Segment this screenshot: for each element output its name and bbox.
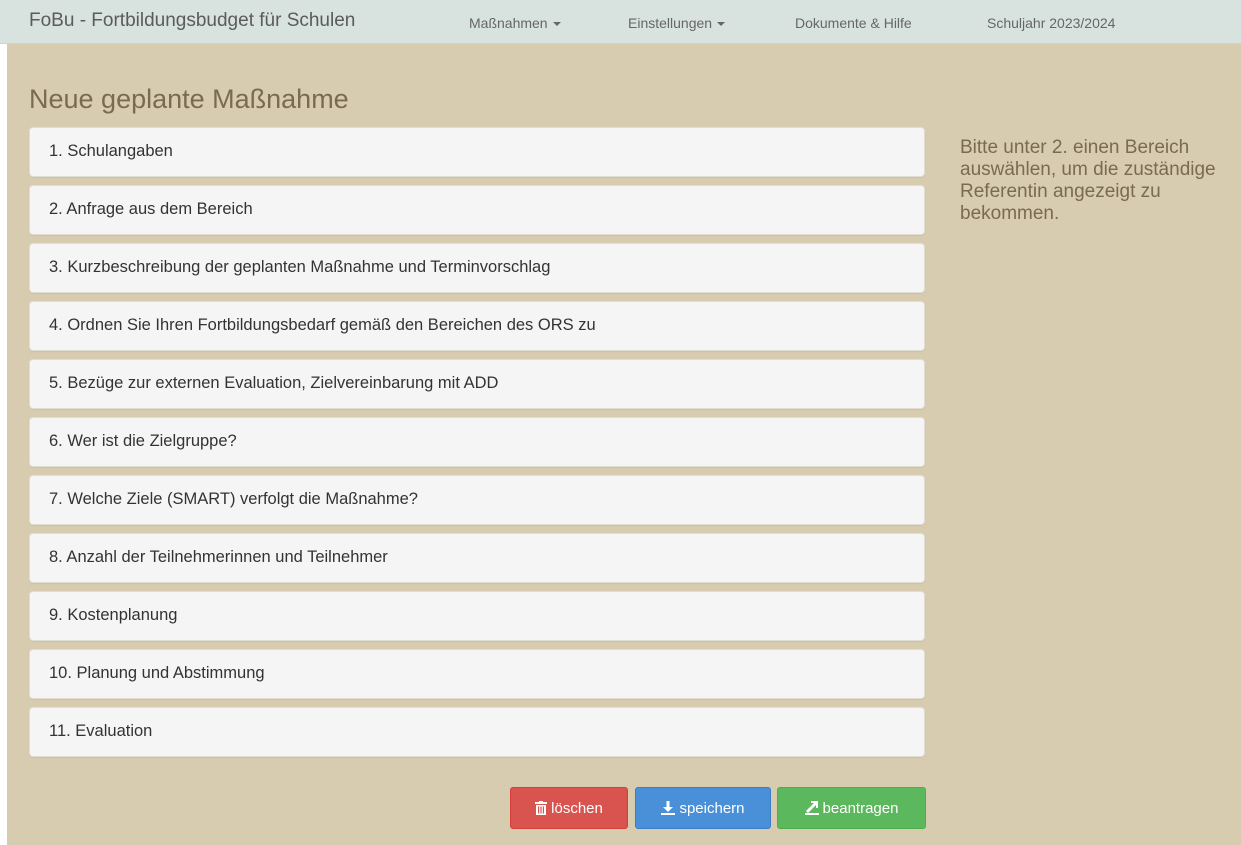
section-title: 6. Wer ist die Zielgruppe? — [49, 432, 237, 450]
save-button-label: speichern — [679, 800, 745, 817]
section-panel-4[interactable]: 4. Ordnen Sie Ihren Fortbildungsbedarf g… — [29, 301, 925, 351]
section-title: 7. Welche Ziele (SMART) verfolgt die Maß… — [49, 490, 418, 508]
caret-down-icon — [717, 22, 726, 27]
section-title: 11. Evaluation — [49, 722, 153, 740]
section-panel-1[interactable]: 1. Schulangaben — [29, 127, 925, 177]
section-title: 9. Kostenplanung — [49, 606, 178, 624]
nav-link-dokumente-hilfe[interactable]: Dokumente & Hilfe — [795, 15, 912, 31]
nav-link-schuljahr[interactable]: Schuljahr 2023/2024 — [987, 15, 1115, 31]
section-panel-5[interactable]: 5. Bezüge zur externen Evaluation, Zielv… — [29, 359, 925, 409]
hint-text: Bitte unter 2. einen Bereich auswählen, … — [960, 137, 1216, 224]
save-button[interactable]: speichern — [635, 787, 771, 829]
section-title: 2. Anfrage aus dem Bereich — [49, 200, 253, 218]
section-title: 4. Ordnen Sie Ihren Fortbildungsbedarf g… — [49, 316, 596, 334]
top-navbar: FoBu - Fortbildungsbudget für Schulen Ma… — [0, 0, 1241, 44]
form-sections-accordion: 1. Schulangaben 2. Anfrage aus dem Berei… — [29, 127, 925, 765]
page-title: Neue geplante Maßnahme — [29, 84, 349, 114]
section-title: 1. Schulangaben — [49, 142, 173, 160]
nav-menu-massnahmen-label: Maßnahmen — [469, 15, 548, 31]
section-panel-2[interactable]: 2. Anfrage aus dem Bereich — [29, 185, 925, 235]
section-panel-9[interactable]: 9. Kostenplanung — [29, 591, 925, 641]
caret-down-icon — [552, 22, 561, 27]
section-title: 5. Bezüge zur externen Evaluation, Zielv… — [49, 374, 499, 392]
trash-icon — [535, 801, 548, 815]
brand-title[interactable]: FoBu - Fortbildungsbudget für Schulen — [29, 10, 355, 32]
section-panel-3[interactable]: 3. Kurzbeschreibung der geplanten Maßnah… — [29, 243, 925, 293]
nav-menu-einstellungen-label: Einstellungen — [628, 15, 713, 31]
apply-button-label: beantragen — [822, 800, 899, 817]
section-title: 10. Planung und Abstimmung — [49, 664, 265, 682]
export-icon — [804, 801, 819, 815]
section-panel-8[interactable]: 8. Anzahl der Teilnehmerinnen und Teilne… — [29, 533, 925, 583]
nav-menu-einstellungen[interactable]: Einstellungen — [628, 15, 726, 31]
section-panel-10[interactable]: 10. Planung und Abstimmung — [29, 649, 925, 699]
section-panel-11[interactable]: 11. Evaluation — [29, 707, 925, 757]
delete-button[interactable]: löschen — [510, 787, 628, 829]
section-title: 8. Anzahl der Teilnehmerinnen und Teilne… — [49, 548, 388, 566]
nav-menu-massnahmen[interactable]: Maßnahmen — [469, 15, 561, 31]
download-icon — [661, 801, 676, 815]
section-panel-7[interactable]: 7. Welche Ziele (SMART) verfolgt die Maß… — [29, 475, 925, 525]
section-title: 3. Kurzbeschreibung der geplanten Maßnah… — [49, 258, 551, 276]
apply-button[interactable]: beantragen — [777, 787, 926, 829]
main-content: Neue geplante Maßnahme 1. Schulangaben 2… — [7, 44, 1241, 845]
delete-button-label: löschen — [551, 800, 603, 817]
section-panel-6[interactable]: 6. Wer ist die Zielgruppe? — [29, 417, 925, 467]
